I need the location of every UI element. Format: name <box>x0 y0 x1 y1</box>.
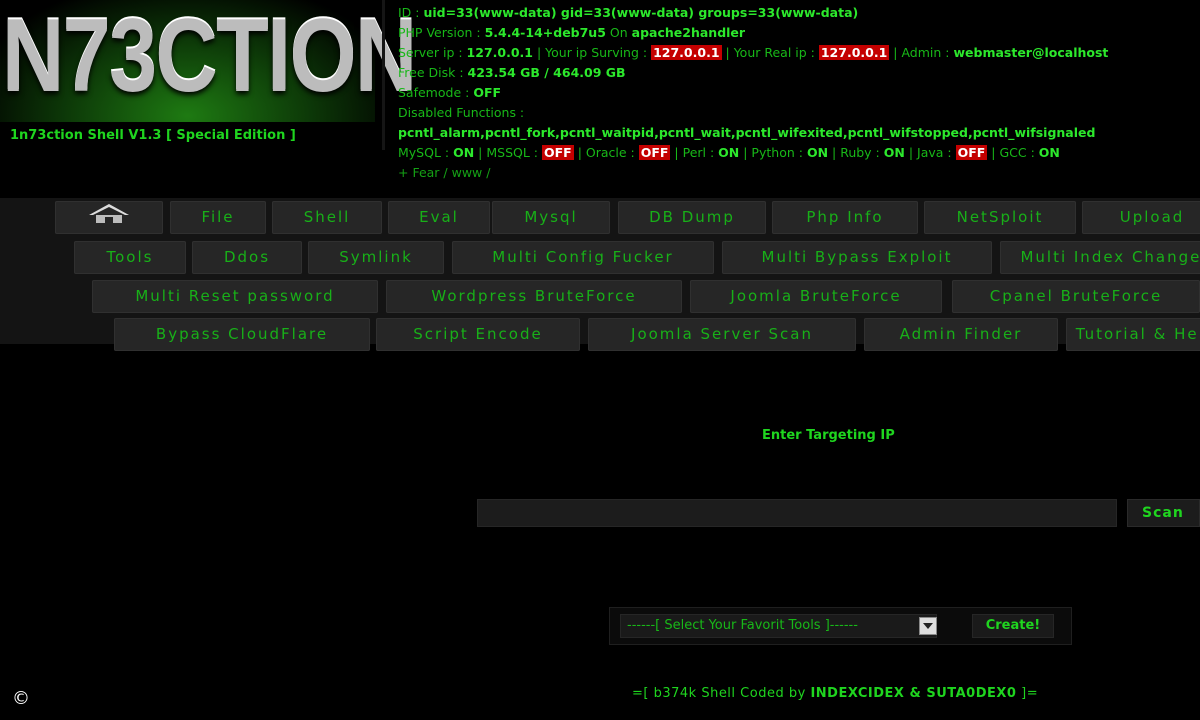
menu-tools-button[interactable]: Tools <box>74 241 186 274</box>
menu-tutorial-help-button[interactable]: Tutorial & Help <box>1066 318 1200 351</box>
menu-ddos-button[interactable]: Ddos <box>192 241 302 274</box>
menu-multi-config-fucker-button[interactable]: Multi Config Fucker <box>452 241 714 274</box>
menu-multi-index-changer-button[interactable]: Multi Index Changer <box>1000 241 1200 274</box>
menu-multi-bypass-exploit-button[interactable]: Multi Bypass Exploit <box>722 241 992 274</box>
menu-netsploit-button[interactable]: NetSploit <box>924 201 1076 234</box>
shell-version: 1n73ction Shell V1.3 [ Special Edition ] <box>10 128 296 143</box>
menu-symlink-button[interactable]: Symlink <box>308 241 444 274</box>
menu-row-3: Multi Reset password Wordpress BruteForce… <box>0 280 1200 314</box>
home-button[interactable] <box>55 201 163 234</box>
footer-credit: =[ b374k Shell Coded by INDEXCIDEX & SUT… <box>632 686 1039 701</box>
server-ip-line: Server ip : 127.0.0.1 | Your ip Surving … <box>398 45 1109 60</box>
menu-cpanel-bruteforce-button[interactable]: Cpanel BruteForce <box>952 280 1200 313</box>
tools-select-value: ------[ Select Your Favorit Tools ]-----… <box>627 618 858 633</box>
id-line: ID : uid=33(www-data) gid=33(www-data) g… <box>398 5 859 20</box>
home-icon <box>89 204 129 223</box>
chevron-down-icon[interactable] <box>919 617 937 635</box>
safemode-line: Safemode : OFF <box>398 85 502 100</box>
create-button[interactable]: Create! <box>972 614 1054 638</box>
menu-eval-button[interactable]: Eval <box>388 201 490 234</box>
server-info-panel: ID : uid=33(www-data) gid=33(www-data) g… <box>398 3 1200 183</box>
menu-shell-button[interactable]: Shell <box>272 201 382 234</box>
shell-page: N73CTION 1n73ction Shell V1.3 [ Special … <box>0 0 1200 720</box>
menu-script-encode-button[interactable]: Script Encode <box>376 318 580 351</box>
disabled-functions-label: Disabled Functions : <box>398 105 525 120</box>
menu-bypass-cloudflare-button[interactable]: Bypass CloudFlare <box>114 318 370 351</box>
menu-row-2: Tools Ddos Symlink Multi Config Fucker Multi… <box>0 241 1200 275</box>
path-link[interactable]: + Fear / www / <box>398 165 490 180</box>
menu-multi-reset-password-button[interactable]: Multi Reset password <box>92 280 378 313</box>
tools-select[interactable]: ------[ Select Your Favorit Tools ]-----… <box>620 614 937 638</box>
menu-row-4: Bypass CloudFlare Script Encode Joomla Ser… <box>0 318 1200 352</box>
modules-status-line: MySQL : ON | MSSQL : OFF | Oracle : OFF … <box>398 145 1060 160</box>
copyright-icon: © <box>12 688 30 709</box>
enter-target-label: Enter Targeting IP <box>762 428 895 443</box>
menu-row-1: File Shell Eval Mysql DB Dump Php Info NetSplo… <box>0 201 1200 235</box>
main-menu: File Shell Eval Mysql DB Dump Php Info NetSplo… <box>0 198 1200 351</box>
logo: N73CTION <box>0 0 417 122</box>
menu-joomla-bruteforce-button[interactable]: Joomla BruteForce <box>690 280 942 313</box>
path-line[interactable]: + Fear / www / <box>398 163 1200 183</box>
menu-upload-button[interactable]: Upload <box>1082 201 1200 234</box>
menu-joomla-server-scan-button[interactable]: Joomla Server Scan <box>588 318 856 351</box>
free-disk-line: Free Disk : 423.54 GB / 464.09 GB <box>398 65 626 80</box>
menu-db-dump-button[interactable]: DB Dump <box>618 201 766 234</box>
tools-form: ------[ Select Your Favorit Tools ]-----… <box>609 607 1072 645</box>
disabled-functions-line: pcntl_alarm,pcntl_fork,pcntl_waitpid,pcn… <box>398 125 1096 140</box>
scan-button[interactable]: Scan <box>1127 499 1200 527</box>
php-version-line: PHP Version : 5.4.4-14+deb7u5 On apache2… <box>398 25 746 40</box>
header-divider <box>382 0 385 150</box>
menu-php-info-button[interactable]: Php Info <box>772 201 918 234</box>
menu-file-button[interactable]: File <box>170 201 266 234</box>
menu-wordpress-bruteforce-button[interactable]: Wordpress BruteForce <box>386 280 682 313</box>
menu-admin-finder-button[interactable]: Admin Finder <box>864 318 1058 351</box>
target-ip-input[interactable] <box>477 499 1117 527</box>
menu-mysql-button[interactable]: Mysql <box>492 201 610 234</box>
logo-text: N73CTION <box>2 0 417 114</box>
